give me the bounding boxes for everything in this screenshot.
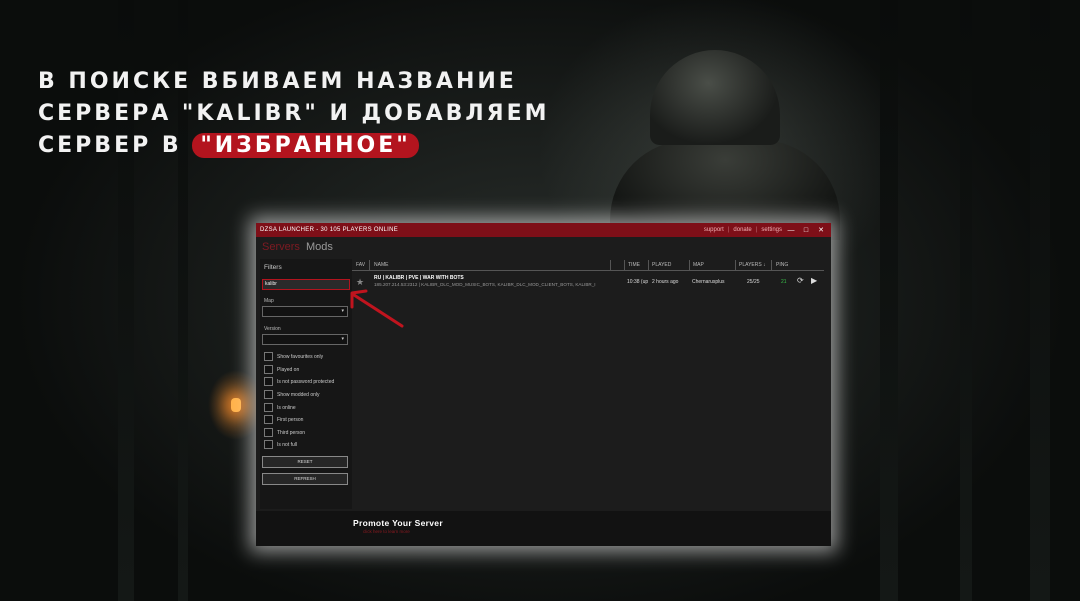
close-button[interactable]: ✕ xyxy=(815,226,827,234)
tree-silhouette xyxy=(960,0,972,601)
headline-line-3: СЕРВЕР В "ИЗБРАННОЕ" xyxy=(38,130,550,162)
promo-banner[interactable]: Promote Your Server click here to learn … xyxy=(256,511,831,546)
col-played[interactable]: PLAYED xyxy=(652,262,671,268)
promo-subtitle: click here to learn more xyxy=(363,529,410,534)
checkbox-third-person[interactable]: Third person xyxy=(264,428,305,437)
col-ping[interactable]: PING xyxy=(776,262,788,268)
favourites-highlight: "ИЗБРАННОЕ" xyxy=(192,133,419,158)
map-select[interactable]: ▾ xyxy=(262,306,348,317)
server-row[interactable]: ★ RU | KALIBR | PVE | WAR WITH BOTS 185.… xyxy=(352,273,824,291)
link-separator: | xyxy=(755,227,758,233)
pointer-arrow xyxy=(350,289,404,328)
checkbox-not-full[interactable]: Is not full xyxy=(264,440,297,449)
column-divider xyxy=(735,260,736,270)
search-input[interactable]: kalibr xyxy=(262,279,350,290)
server-players: 25/25 xyxy=(747,279,760,285)
support-link[interactable]: support xyxy=(704,227,724,233)
chevron-down-icon: ▾ xyxy=(341,336,344,342)
checkbox-is-online[interactable]: Is online xyxy=(264,403,296,412)
soldier-helmet xyxy=(650,50,780,145)
minimize-button[interactable]: — xyxy=(785,227,797,234)
play-icon[interactable]: ▶ xyxy=(811,276,817,285)
title-bar: DZSA LAUNCHER - 30 105 PLAYERS ONLINE su… xyxy=(256,223,831,237)
version-select[interactable]: ▾ xyxy=(262,334,348,345)
filters-panel: Filters kalibr Map ▾ Version ▾ Show favo… xyxy=(260,259,352,509)
col-fav[interactable]: FAV xyxy=(356,262,365,268)
col-players[interactable]: PLAYERS ↓ xyxy=(739,262,766,268)
checkbox-box[interactable] xyxy=(264,415,273,424)
main-tabs: Servers Mods xyxy=(262,241,333,253)
donate-link[interactable]: donate xyxy=(733,227,751,233)
checkbox-box[interactable] xyxy=(264,390,273,399)
col-time[interactable]: TIME xyxy=(628,262,640,268)
headline-line-3-prefix: СЕРВЕР В xyxy=(38,133,193,158)
checkbox-show-favourites[interactable]: Show favourites only xyxy=(264,352,323,361)
lantern-light xyxy=(231,398,241,412)
promo-title: Promote Your Server xyxy=(353,518,443,528)
column-divider xyxy=(648,260,649,270)
server-ping: 21 xyxy=(781,279,787,285)
server-time: 10:38 (up xyxy=(627,279,649,285)
checkbox-label: Third person xyxy=(277,429,306,436)
col-name[interactable]: NAME xyxy=(374,262,388,268)
headline-line-2: СЕРВЕРА "KALIBR" И ДОБАВЛЯЕМ xyxy=(38,101,550,126)
checkbox-box[interactable] xyxy=(264,352,273,361)
settings-link[interactable]: settings xyxy=(761,227,782,233)
link-separator: | xyxy=(727,227,730,233)
tab-mods[interactable]: Mods xyxy=(306,241,333,253)
checkbox-label: First person xyxy=(277,416,304,423)
column-divider xyxy=(369,260,370,270)
checkbox-box[interactable] xyxy=(264,377,273,386)
server-played: 2 hours ago xyxy=(652,279,679,285)
column-divider xyxy=(771,260,772,270)
checkbox-label: Is not full xyxy=(277,441,298,448)
window-title: DZSA LAUNCHER - 30 105 PLAYERS ONLINE xyxy=(260,227,399,233)
checkbox-not-password[interactable]: Is not password protected xyxy=(264,377,334,386)
server-list-header: FAV NAME TIME PLAYED MAP PLAYERS ↓ PING xyxy=(352,260,824,271)
instruction-headline: В ПОИСКЕ ВБИВАЕМ НАЗВАНИЕ СЕРВЕРА "KALIB… xyxy=(38,66,550,162)
checkbox-label: Is online xyxy=(277,404,296,411)
checkbox-label: Played on xyxy=(277,366,300,373)
checkbox-box[interactable] xyxy=(264,365,273,374)
refresh-icon[interactable]: ⟳ xyxy=(797,276,804,285)
column-divider xyxy=(689,260,690,270)
checkbox-modded-only[interactable]: Show modded only xyxy=(264,390,320,399)
checkbox-first-person[interactable]: First person xyxy=(264,415,303,424)
server-name: RU | KALIBR | PVE | WAR WITH BOTS xyxy=(374,275,464,281)
tree-silhouette xyxy=(880,0,898,601)
checkbox-box[interactable] xyxy=(264,428,273,437)
tree-silhouette xyxy=(1030,0,1050,601)
launcher-window: DZSA LAUNCHER - 30 105 PLAYERS ONLINE su… xyxy=(256,223,831,546)
checkbox-label: Is not password protected xyxy=(277,378,335,385)
headline-line-1: В ПОИСКЕ ВБИВАЕМ НАЗВАНИЕ xyxy=(38,69,517,94)
checkbox-box[interactable] xyxy=(264,403,273,412)
checkbox-box[interactable] xyxy=(264,440,273,449)
tab-servers[interactable]: Servers xyxy=(262,241,300,253)
refresh-button[interactable]: REFRESH xyxy=(262,473,348,485)
filters-title: Filters xyxy=(264,264,282,271)
checkbox-label: Show favourites only xyxy=(277,353,324,360)
checkbox-played-on[interactable]: Played on xyxy=(264,365,299,374)
version-label: Version xyxy=(264,326,281,332)
server-map: Chernarusplus xyxy=(692,279,725,285)
maximize-button[interactable]: □ xyxy=(800,227,812,234)
reset-button[interactable]: RESET xyxy=(262,456,348,468)
map-label: Map xyxy=(264,298,274,304)
column-divider xyxy=(624,260,625,270)
col-map[interactable]: MAP xyxy=(693,262,704,268)
checkbox-label: Show modded only xyxy=(277,391,320,398)
column-divider xyxy=(610,260,611,270)
